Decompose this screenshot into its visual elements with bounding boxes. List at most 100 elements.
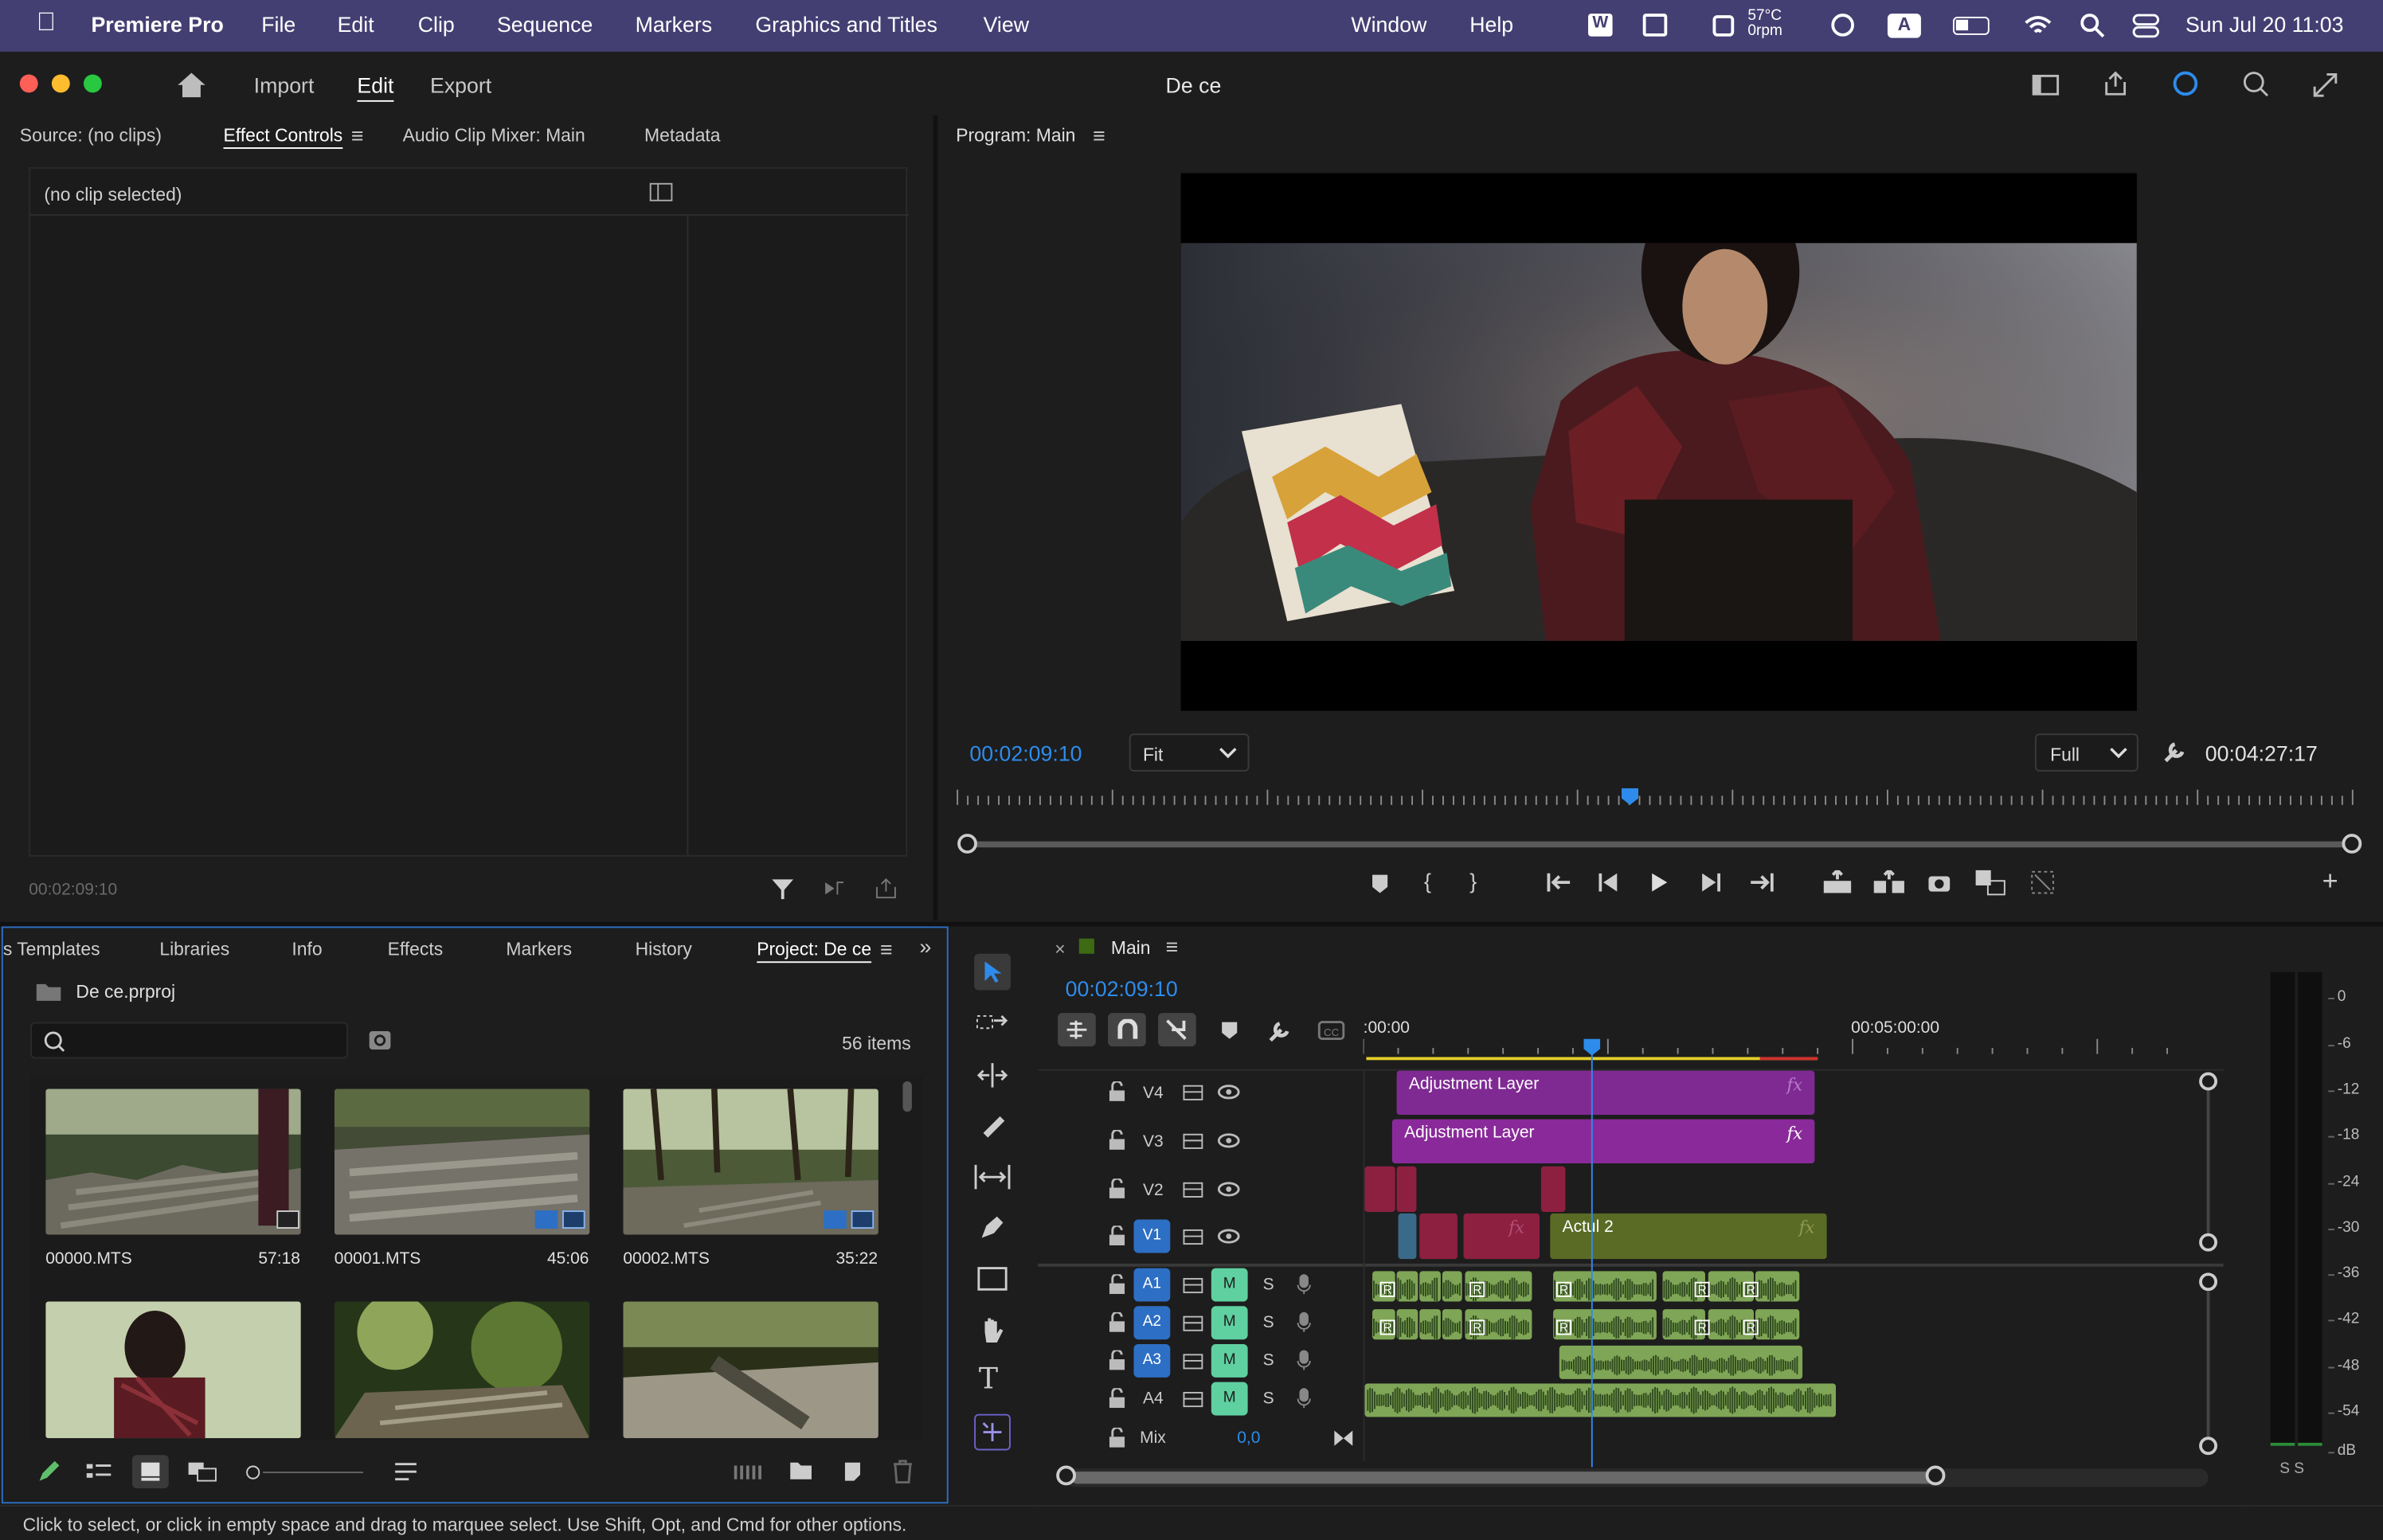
clip-thumbnail[interactable] [45, 1301, 301, 1439]
video-frame[interactable] [1180, 173, 2137, 711]
adjustment-layer-clip[interactable]: Adjustment Layer fx [1391, 1119, 1815, 1163]
mark-out-icon[interactable]: } [1469, 869, 1477, 893]
menu-window[interactable]: Window [1351, 12, 1426, 37]
selection-tool-button[interactable] [974, 953, 1011, 991]
adjustment-layer-clip[interactable]: Adjustment Layer fx [1396, 1070, 1815, 1115]
progress-circle-icon[interactable] [2172, 70, 2199, 97]
close-sequence-icon[interactable]: × [1055, 939, 1065, 960]
play-icon[interactable] [1650, 872, 1669, 893]
export-icon[interactable] [874, 877, 898, 899]
microphone-icon[interactable] [1297, 1272, 1312, 1296]
tab-effect-controls[interactable]: Effect Controls [223, 124, 342, 146]
source-patch-v1[interactable]: V1 [1133, 1219, 1171, 1253]
play-audio-icon[interactable] [822, 877, 847, 899]
menu-sequence[interactable]: Sequence [497, 12, 593, 37]
menu-edit[interactable]: Edit [338, 12, 374, 37]
tab-libraries[interactable]: Libraries [159, 939, 229, 960]
menu-view[interactable]: View [984, 12, 1029, 37]
mute-button[interactable]: M [1211, 1343, 1248, 1378]
clip-thumbnail[interactable] [623, 1301, 878, 1439]
list-view-icon[interactable] [85, 1461, 112, 1483]
pencil-icon[interactable] [37, 1460, 61, 1484]
sync-lock-icon[interactable] [1183, 1182, 1204, 1198]
go-to-in-icon[interactable] [1547, 872, 1572, 893]
tab-effects[interactable]: Effects [388, 939, 444, 960]
type-tool-icon[interactable]: T [979, 1362, 998, 1396]
sync-lock-icon[interactable] [1183, 1133, 1204, 1150]
v2-clip[interactable] [1540, 1166, 1566, 1213]
clip-thumbnail-00001[interactable] [334, 1089, 590, 1235]
solo-button[interactable]: S [1263, 1276, 1274, 1294]
filter-icon[interactable] [770, 877, 795, 901]
step-forward-icon[interactable] [1699, 873, 1721, 892]
overwrite-icon[interactable] [2030, 870, 2055, 895]
nest-button[interactable] [1058, 1013, 1096, 1047]
add-button-icon[interactable]: + [2322, 866, 2338, 897]
remix-tool-button[interactable] [974, 1413, 1011, 1451]
lock-icon[interactable] [1108, 1178, 1126, 1200]
spotlight-search-icon[interactable] [2080, 14, 2105, 38]
video-scrollbar[interactable] [2206, 1090, 2210, 1233]
timeline-timecode[interactable]: 00:02:09:10 [1066, 976, 1178, 1001]
new-bin-icon[interactable] [788, 1461, 813, 1481]
ripple-edit-icon[interactable] [976, 1061, 1009, 1089]
eye-icon[interactable] [1217, 1229, 1240, 1244]
insert-icon[interactable] [1974, 869, 2008, 896]
v1-clip[interactable] [1398, 1213, 1417, 1260]
menu-markers[interactable]: Markers [636, 12, 712, 37]
sync-lock-icon[interactable] [1183, 1315, 1204, 1332]
sort-icon[interactable] [393, 1461, 418, 1483]
automate-to-sequence-icon[interactable] [734, 1463, 761, 1481]
battery-icon[interactable] [1952, 16, 1990, 35]
razor-icon[interactable] [979, 1112, 1006, 1139]
audio-scroll-handle[interactable] [2199, 1436, 2218, 1456]
program-time-ruler[interactable] [954, 787, 2360, 817]
sync-lock-icon[interactable] [1183, 1085, 1204, 1101]
clip-thumbnail[interactable] [334, 1301, 590, 1439]
sync-lock-icon[interactable] [1183, 1277, 1204, 1294]
temperature-readout[interactable]: 57°C 0rpm [1747, 8, 1782, 39]
zoom-slider-handle[interactable] [246, 1465, 260, 1479]
zoom-level-select[interactable]: Fit [1129, 733, 1250, 772]
wrench-icon[interactable] [2162, 740, 2187, 764]
program-menu-icon[interactable]: ≡ [1093, 123, 1105, 147]
solo-button[interactable]: S [1263, 1351, 1274, 1370]
microphone-icon[interactable] [1297, 1349, 1312, 1372]
extract-icon[interactable] [1872, 870, 1906, 895]
meter-solo-buttons[interactable]: S S [2279, 1461, 2304, 1478]
tab-source[interactable]: Source: (no clips) [20, 124, 162, 146]
lock-icon[interactable] [1108, 1225, 1126, 1247]
lift-icon[interactable] [1822, 870, 1853, 895]
eye-icon[interactable] [1217, 1133, 1240, 1148]
find-icon[interactable] [368, 1030, 393, 1051]
microphone-icon[interactable] [1297, 1311, 1312, 1334]
lock-icon[interactable] [1108, 1130, 1126, 1151]
solo-button[interactable]: S [1263, 1390, 1274, 1408]
icon-view-button[interactable] [132, 1455, 169, 1489]
freeform-view-icon[interactable] [187, 1461, 217, 1483]
v2-clip[interactable] [1364, 1166, 1395, 1213]
zoom-handle-left[interactable] [1056, 1465, 1076, 1486]
wifi-icon[interactable] [2023, 14, 2053, 37]
audio-scroll-handle[interactable] [2199, 1272, 2218, 1292]
sync-lock-icon[interactable] [1183, 1353, 1204, 1370]
drive-icon[interactable] [1642, 14, 1668, 37]
snap-button[interactable] [1108, 1013, 1146, 1047]
hand-icon[interactable] [979, 1315, 1006, 1346]
fan-icon[interactable] [1712, 15, 1735, 37]
tab-markers[interactable]: Markers [506, 939, 572, 960]
lock-icon[interactable] [1108, 1081, 1126, 1103]
v1-clip[interactable]: fx [1463, 1213, 1540, 1260]
audio-scrollbar[interactable] [2206, 1291, 2210, 1437]
v2-clip[interactable] [1396, 1166, 1417, 1213]
control-center-icon[interactable] [2132, 14, 2160, 38]
zoom-handle-right[interactable] [1925, 1465, 1946, 1486]
sequence-menu-icon[interactable]: ≡ [1166, 934, 1179, 959]
home-icon[interactable] [176, 72, 206, 99]
tab-info[interactable]: Info [292, 939, 322, 960]
input-source-icon[interactable]: A [1887, 14, 1921, 38]
rectangle-icon[interactable] [977, 1267, 1008, 1292]
source-patch-a3[interactable]: A3 [1133, 1343, 1171, 1378]
tab-import[interactable]: Import [254, 73, 315, 98]
menu-file[interactable]: File [261, 12, 295, 37]
